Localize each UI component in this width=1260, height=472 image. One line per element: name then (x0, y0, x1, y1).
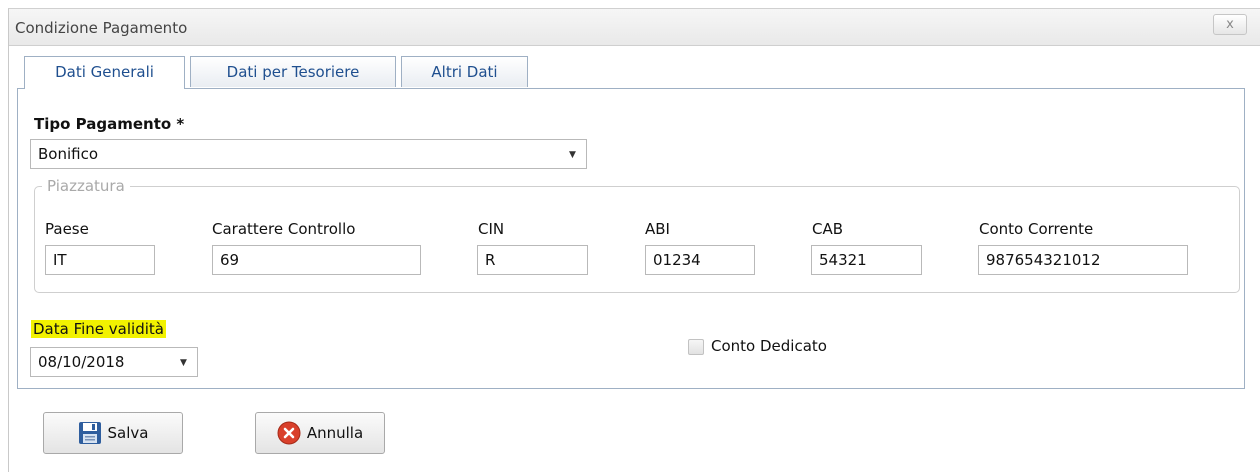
tab-dati-generali[interactable]: Dati Generali (24, 56, 185, 89)
chevron-down-icon[interactable]: ▼ (180, 349, 187, 376)
cancel-icon (277, 421, 301, 445)
conto-corrente-input[interactable]: 987654321012 (978, 245, 1188, 275)
dialog-titlebar (9, 9, 1260, 46)
paese-label: Paese (45, 220, 89, 238)
conto-dedicato-label: Conto Dedicato (711, 337, 827, 355)
tipo-pagamento-value: Bonifico (38, 145, 99, 163)
data-fine-validita-label-text: Data Fine validità (31, 320, 166, 338)
tipo-pagamento-label-text: Tipo Pagamento (34, 115, 172, 133)
cin-label: CIN (478, 220, 505, 238)
paese-input[interactable]: IT (45, 245, 155, 275)
save-button-label: Salva (107, 424, 149, 442)
abi-label: ABI (645, 220, 670, 238)
dialog-title: Condizione Pagamento (15, 19, 188, 37)
abi-input[interactable]: 01234 (645, 245, 755, 275)
tipo-pagamento-select[interactable]: Bonifico ▼ (30, 139, 587, 169)
data-fine-validita-value: 08/10/2018 (38, 353, 125, 371)
chevron-down-icon[interactable]: ▼ (569, 141, 576, 168)
cab-input[interactable]: 54321 (811, 245, 922, 275)
conto-corrente-label: Conto Corrente (979, 220, 1094, 238)
piazzatura-legend: Piazzatura (42, 177, 130, 195)
tipo-pagamento-label: Tipo Pagamento * (34, 115, 184, 133)
tab-altri-dati[interactable]: Altri Dati (401, 56, 528, 87)
close-button[interactable]: x (1213, 14, 1247, 35)
data-fine-validita-datepicker[interactable]: 08/10/2018 ▼ (30, 347, 198, 377)
cancel-button[interactable]: Annulla (255, 412, 385, 454)
data-fine-validita-label: Data Fine validità (31, 320, 166, 338)
tab-dati-per-tesoriere[interactable]: Dati per Tesoriere (190, 56, 396, 87)
cancel-button-label: Annulla (306, 424, 364, 442)
carattere-controllo-input[interactable]: 69 (212, 245, 421, 275)
conto-dedicato-checkbox[interactable] (688, 339, 704, 355)
cin-input[interactable]: R (477, 245, 588, 275)
close-icon: x (1226, 17, 1234, 32)
floppy-disk-icon (78, 422, 101, 444)
save-button[interactable]: Salva (43, 412, 183, 454)
required-marker: * (176, 115, 185, 133)
carattere-controllo-label: Carattere Controllo (212, 220, 356, 238)
piazzatura-fieldset (34, 186, 1240, 293)
cab-label: CAB (812, 220, 844, 238)
